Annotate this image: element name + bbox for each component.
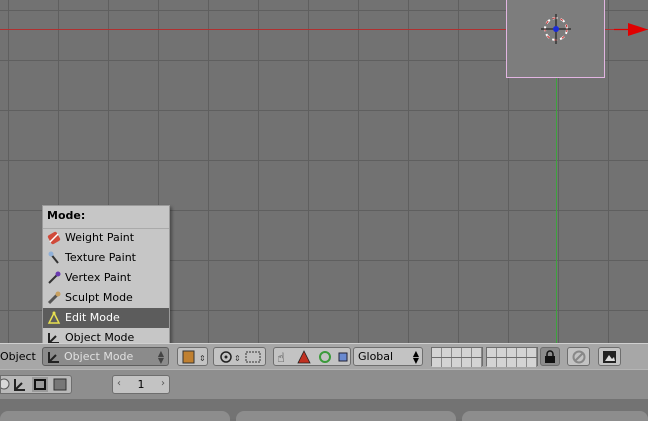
object-mode-icon xyxy=(48,352,59,363)
svg-text:⇕: ⇕ xyxy=(199,354,206,363)
viewport-header: Object Object Mode ▲ ▼ ⇕ ⇕ ☝ Global ▲ ▼ xyxy=(0,343,648,369)
frame-increment-icon[interactable]: › xyxy=(161,378,165,389)
mode-menu: Mode: Weight Paint Texture Paint Vertex … xyxy=(42,205,170,347)
orientation-value: Global xyxy=(358,350,394,363)
vertex-paint-icon xyxy=(48,271,61,284)
menu-item-label: Edit Mode xyxy=(65,311,120,324)
lock-icon xyxy=(545,350,555,363)
layer-buttons-group-1[interactable] xyxy=(431,347,483,367)
mode-select[interactable]: Object Mode ▲ ▼ xyxy=(42,347,169,366)
menu-item-label: Sculpt Mode xyxy=(65,291,133,304)
svg-text:⇕: ⇕ xyxy=(234,354,241,363)
timeline-bar: ‹ 1 › xyxy=(0,369,648,399)
menu-item-label: Weight Paint xyxy=(65,231,135,244)
object-menu[interactable]: Object xyxy=(0,350,36,363)
draw-type-button[interactable]: ⇕ xyxy=(177,347,208,366)
mode-select-value: Object Mode xyxy=(64,350,134,363)
menu-item-label: Texture Paint xyxy=(65,251,136,264)
link-icon xyxy=(572,350,586,364)
select-mode-icon xyxy=(0,377,67,392)
pivot-snap-buttons[interactable]: ⇕ xyxy=(213,347,266,366)
svg-text:☝: ☝ xyxy=(277,351,285,365)
panel-tab[interactable] xyxy=(0,411,230,421)
menu-item-weight-paint[interactable]: Weight Paint xyxy=(43,228,169,248)
layer-buttons-group-2[interactable] xyxy=(486,347,538,367)
draw-type-icon: ⇕ xyxy=(182,350,206,364)
edit-mode-icon xyxy=(47,311,61,324)
panel-tab[interactable] xyxy=(462,411,648,421)
x-arrow-icon xyxy=(614,23,648,36)
panel-tab[interactable] xyxy=(236,411,456,421)
menu-item-label: Vertex Paint xyxy=(65,271,132,284)
menu-item-sculpt-mode[interactable]: Sculpt Mode xyxy=(43,288,169,308)
lock-layers-button[interactable] xyxy=(540,347,560,366)
sculpt-mode-icon xyxy=(47,291,61,305)
select-arrows-icon: ▲ ▼ xyxy=(412,349,419,365)
weight-paint-icon xyxy=(47,231,61,245)
menu-item-edit-mode[interactable]: Edit Mode xyxy=(43,308,169,328)
menu-item-vertex-paint[interactable]: Vertex Paint xyxy=(43,268,169,288)
select-mode-buttons[interactable] xyxy=(0,375,72,394)
buttons-window-strip xyxy=(0,399,648,421)
render-icon xyxy=(603,351,616,363)
mode-menu-title: Mode: xyxy=(47,209,86,222)
texture-paint-icon xyxy=(48,251,59,264)
hand-icon: ☝ xyxy=(277,350,348,365)
pivot-icon: ⇕ xyxy=(220,351,261,363)
current-frame-field[interactable]: ‹ 1 › xyxy=(112,375,170,394)
menu-item-texture-paint[interactable]: Texture Paint xyxy=(43,248,169,268)
3d-cursor-icon[interactable] xyxy=(541,14,571,44)
link-button[interactable] xyxy=(567,347,590,366)
render-preview-button[interactable] xyxy=(598,347,621,366)
select-arrows-icon: ▲ ▼ xyxy=(157,349,164,365)
orientation-select[interactable]: Global ▲ ▼ xyxy=(353,347,423,366)
manipulator-buttons[interactable]: ☝ xyxy=(273,347,351,366)
